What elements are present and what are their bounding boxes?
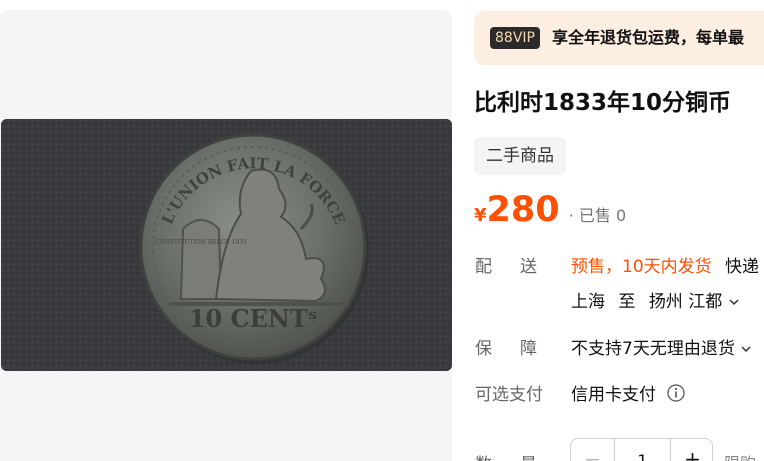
guarantee-info[interactable]: 不支持7天无理由退货	[571, 334, 752, 359]
condition-tag: 二手商品	[474, 137, 566, 175]
sold-count: · 已售 0	[568, 206, 627, 225]
image-gallery: 10 CENTˢ CONSTITUTION BELGE 1831 L'UNION…	[0, 10, 452, 461]
currency-symbol: ¥	[474, 205, 487, 226]
payment-label: 可选支付	[475, 385, 543, 405]
quantity-label: 数量	[475, 450, 565, 461]
vip-banner[interactable]: 88VIP 享全年退货包运费，每单最	[474, 11, 764, 65]
payment-info: 信用卡支付	[571, 380, 686, 407]
chevron-down-icon[interactable]	[740, 339, 752, 359]
payment-method: 信用卡支付	[571, 385, 656, 405]
increment-button[interactable]: +	[671, 447, 714, 461]
destination-city[interactable]: 扬州 江都	[649, 292, 722, 312]
coin-image: 10 CENTˢ CONSTITUTION BELGE 1831 L'UNION…	[1, 119, 452, 371]
coin-denomination: 10 CENTˢ	[189, 304, 317, 333]
quantity-input[interactable]: 1	[615, 451, 670, 461]
coin-tablet-text: CONSTITUTION BELGE 1831	[155, 239, 247, 246]
decrement-button[interactable]: −	[571, 447, 614, 461]
info-icon[interactable]	[667, 383, 686, 407]
presale-text: 预售，10天内发货	[571, 257, 712, 277]
guarantee-label: 保障	[475, 339, 565, 359]
purchase-limit: 限购	[724, 450, 756, 461]
route-to-word: 至	[618, 292, 636, 312]
product-photo[interactable]: 10 CENTˢ CONSTITUTION BELGE 1831 L'UNION…	[1, 119, 452, 371]
price-value: 280	[486, 190, 560, 230]
chevron-down-icon[interactable]	[728, 292, 740, 312]
quantity-stepper[interactable]: − 1 +	[570, 438, 713, 461]
delivery-label: 配送	[475, 257, 565, 277]
product-title: 比利时1833年10分铜币	[474, 90, 732, 116]
price-row: ¥280 · 已售 0	[474, 190, 626, 234]
delivery-route[interactable]: 上海 至 扬州 江都	[571, 287, 740, 312]
vip-banner-text: 享全年退货包运费，每单最	[552, 28, 745, 47]
vip-badge: 88VIP	[490, 27, 540, 49]
delivery-info: 预售，10天内发货 快递	[571, 252, 759, 277]
origin-city: 上海	[571, 292, 605, 312]
express-text: 快递	[725, 257, 760, 277]
guarantee-text: 不支持7天无理由退货	[571, 339, 735, 359]
